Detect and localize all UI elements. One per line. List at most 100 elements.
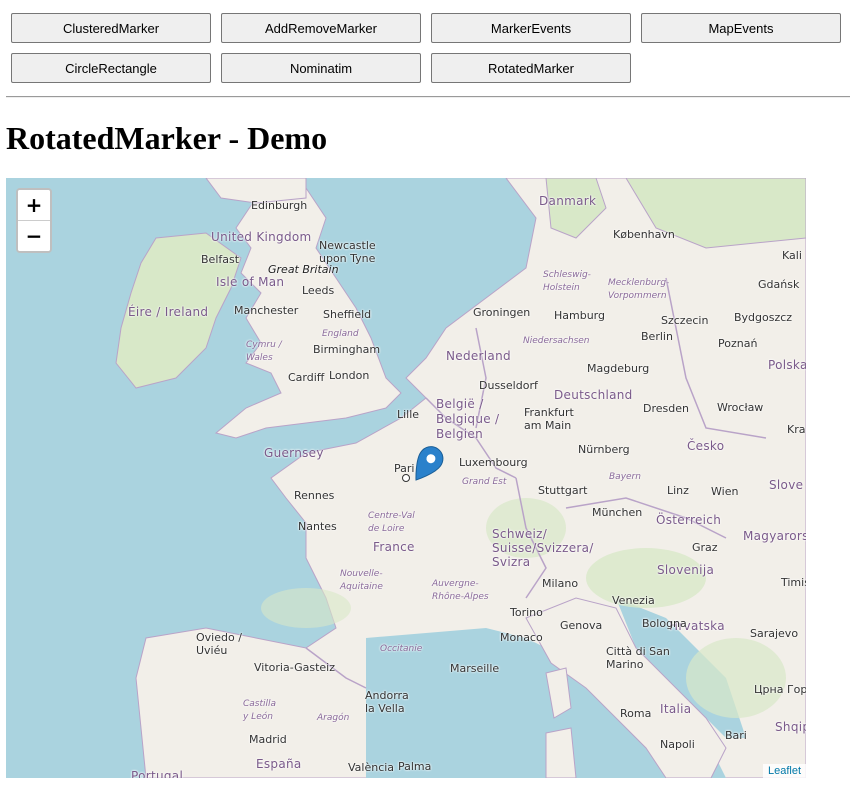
map-label: Edinburgh: [251, 199, 308, 212]
map-label: Wrocław: [717, 401, 764, 414]
map-label: Monaco: [500, 631, 543, 644]
map-label: København: [613, 228, 675, 241]
map-label: Bydgoszcz: [734, 311, 793, 324]
map-label: Polska: [768, 358, 806, 372]
nominatim-button[interactable]: Nominatim: [221, 53, 421, 83]
map-label: Dusseldorf: [479, 379, 538, 392]
map-label: Kali: [782, 249, 802, 262]
map-label: Gdańsk: [758, 278, 800, 291]
land-sardinia: [545, 727, 577, 778]
map-label: Vitoria-Gasteiz: [254, 661, 335, 674]
map-label: Magyarors: [743, 529, 806, 543]
map-label: Stuttgart: [538, 484, 588, 497]
map-label: Cymru / Wales: [246, 340, 282, 363]
map-label: Oviedo / Uviéu: [196, 631, 242, 657]
map-label: Berlin: [641, 330, 673, 343]
map-label: Andorra la Vella: [365, 689, 409, 715]
map-label: Newcastle upon Tyne: [319, 239, 376, 265]
rotated-marker-button[interactable]: RotatedMarker: [431, 53, 631, 83]
map-label: Kra: [787, 423, 806, 436]
map-label: Occitanie: [380, 644, 423, 654]
map-label: Nürnberg: [578, 443, 630, 456]
map-label: Palma: [398, 760, 432, 773]
map-label: Manchester: [234, 304, 299, 317]
map-label: València: [348, 761, 395, 774]
map-events-button[interactable]: MapEvents: [641, 13, 841, 43]
map-label: France: [373, 540, 415, 554]
add-remove-marker-button[interactable]: AddRemoveMarker: [221, 13, 421, 43]
attribution-link[interactable]: Leaflet: [762, 764, 806, 778]
map-label: Nantes: [298, 520, 337, 533]
map-label: Éire / Ireland: [128, 305, 209, 319]
map-label: Bayern: [609, 472, 641, 482]
map-label: Bologna: [642, 617, 687, 630]
page-title: RotatedMarker - Demo: [6, 120, 328, 156]
zoom-in-button[interactable]: +: [18, 190, 50, 221]
map-label: München: [592, 506, 643, 519]
map-label: Genova: [560, 619, 603, 632]
map-label: Roma: [620, 707, 652, 720]
map-label: Österreich: [656, 513, 722, 527]
map-label: España: [256, 757, 302, 771]
map-label: Timiș: [781, 576, 806, 589]
clustered-marker-button[interactable]: ClusteredMarker: [11, 13, 211, 43]
zoom-control: + −: [16, 188, 52, 253]
map-label: Città di San Marino: [606, 645, 670, 671]
map-label: Shqip: [775, 720, 806, 734]
map-label: Rennes: [294, 489, 335, 502]
map-label: Danmark: [539, 194, 597, 208]
map-label: Slovenija: [657, 563, 715, 577]
map-label: Napoli: [660, 738, 695, 751]
map-container[interactable]: Edinburgh United Kingdom Newcastle upon …: [6, 178, 806, 778]
city-dot-icon: [402, 474, 410, 482]
map-label: Groningen: [473, 306, 531, 319]
map-label: Torino: [510, 606, 543, 619]
map-label: Mecklenburg- Vorpommern: [608, 278, 670, 301]
map-label: Madrid: [249, 733, 287, 746]
map-marker-icon[interactable]: [404, 442, 444, 484]
map-label: Schleswig- Holstein: [543, 270, 591, 293]
map-label: Nouvelle- Aquitaine: [340, 569, 383, 592]
map-label: Sarajevo: [750, 627, 799, 640]
map-label: Deutschland: [554, 388, 633, 402]
map-label: Magdeburg: [587, 362, 650, 375]
map-label: Guernsey: [264, 446, 324, 460]
divider: [6, 96, 850, 98]
map-label: Belfast: [201, 253, 240, 266]
map-label: Sheffield: [323, 308, 372, 321]
map-label: England: [322, 329, 359, 339]
map-label: Schweiz/ Suisse/Svizzera/ Svizra: [492, 527, 594, 569]
map-label: London: [329, 369, 370, 382]
map-label: Hamburg: [554, 309, 605, 322]
map-label: Lille: [397, 408, 420, 421]
map-label: Slove: [769, 478, 804, 492]
map-label: Cardiff: [288, 371, 325, 384]
map-label: Birmingham: [313, 343, 381, 356]
map-label: Bari: [725, 729, 747, 742]
map-label: Црна Гор: [754, 683, 806, 696]
marker-events-button[interactable]: MarkerEvents: [431, 13, 631, 43]
map-label: Marseille: [450, 662, 500, 675]
map-label: België / Belgique / Belgien: [436, 397, 500, 441]
map-label: Niedersachsen: [523, 336, 590, 346]
map-label: Szczecin: [661, 314, 709, 327]
map-label: Auvergne- Rhône-Alpes: [432, 579, 489, 602]
map-label: Luxembourg: [459, 456, 528, 469]
map-label: Italia: [660, 702, 692, 716]
map-label: Isle of Man: [216, 275, 285, 289]
map-label: Leeds: [302, 284, 335, 297]
map-label: Nederland: [446, 349, 511, 363]
map-label: Castilla y León: [243, 699, 277, 722]
map-label: Wien: [711, 485, 739, 498]
circle-rectangle-button[interactable]: CircleRectangle: [11, 53, 211, 83]
map-label: Centre-Val de Loire: [368, 511, 415, 534]
map-label: Dresden: [643, 402, 689, 415]
map-label: Aragón: [317, 713, 350, 723]
map-label: United Kingdom: [211, 230, 312, 244]
map-label: Frankfurt am Main: [524, 406, 574, 432]
map-label: Česko: [687, 439, 725, 453]
map-label: Poznań: [718, 337, 758, 350]
map-label: Linz: [667, 484, 689, 497]
zoom-out-button[interactable]: −: [18, 221, 50, 251]
map-label: Graz: [692, 541, 718, 554]
